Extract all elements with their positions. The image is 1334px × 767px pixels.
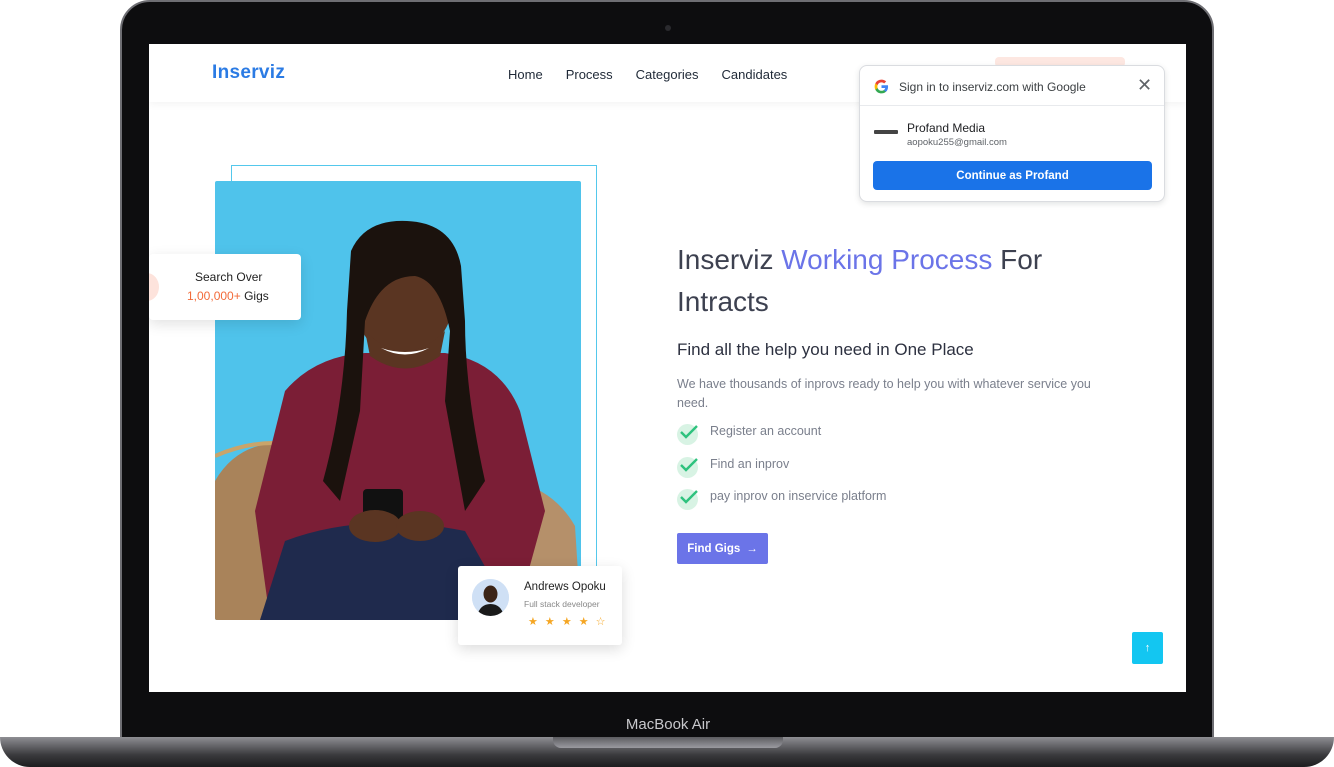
checklist-item-label: Register an account	[710, 423, 822, 438]
hero-paragraph: We have thousands of inprovs ready to he…	[677, 377, 1091, 410]
screen: Inserviz Home Process Categories Candida…	[149, 44, 1186, 692]
site-logo[interactable]: Inserviz	[212, 62, 285, 84]
check-icon	[677, 457, 698, 478]
hero-heading-highlight: Working Process	[781, 244, 993, 275]
search-card-icon	[149, 273, 159, 301]
find-gigs-label: Find Gigs	[687, 542, 741, 555]
profile-card: Andrews Opoku Full stack developer ★ ★ ★…	[458, 566, 622, 645]
google-popup-title: Sign in to inserviz.com with Google	[899, 80, 1086, 94]
checklist-item: pay inprov on inservice platform	[677, 489, 886, 510]
check-icon	[677, 489, 698, 510]
checklist-item: Register an account	[677, 424, 821, 445]
scroll-to-top-button[interactable]: ↑	[1132, 632, 1163, 664]
close-icon[interactable]: ✕	[1137, 76, 1152, 94]
device-label: MacBook Air	[625, 716, 711, 733]
hero-heading-pre: Inserviz	[677, 244, 782, 275]
stage: Inserviz Home Process Categories Candida…	[0, 0, 1334, 767]
avatar-image	[472, 579, 509, 616]
account-logo	[874, 130, 898, 134]
nav-link-process[interactable]: Process	[566, 67, 613, 82]
search-card-suffix: Gigs	[244, 289, 269, 303]
continue-as-button[interactable]: Continue as Profand	[873, 161, 1152, 190]
divider	[860, 105, 1164, 106]
camera-dot	[665, 25, 671, 31]
search-card-count: 1,00,000+	[187, 289, 241, 303]
checklist-item: Find an inprov	[677, 457, 789, 478]
account-name[interactable]: Profand Media	[907, 121, 985, 135]
star-rating: ★ ★ ★ ★ ☆	[528, 616, 608, 628]
arrow-up-icon: ↑	[1144, 642, 1151, 654]
search-card-title: Search Over	[195, 270, 263, 284]
nav-link-candidates[interactable]: Candidates	[722, 67, 788, 82]
laptop-notch	[553, 737, 783, 748]
check-icon	[677, 424, 698, 445]
nav-link-home[interactable]: Home	[508, 67, 543, 82]
checklist-item-label: Find an inprov	[710, 456, 790, 471]
hero-photo	[215, 181, 581, 620]
search-card-count-line: 1,00,000+ Gigs	[187, 289, 269, 303]
account-email: aopoku255@gmail.com	[907, 137, 1007, 148]
nav-link-categories[interactable]: Categories	[636, 67, 699, 82]
find-gigs-button[interactable]: Find Gigs →	[677, 533, 768, 564]
avatar	[472, 579, 509, 616]
woman-with-phone-illustration	[215, 220, 581, 620]
search-stats-card: Search Over 1,00,000+ Gigs	[149, 254, 301, 320]
hero-heading: Inserviz Working Process For Intracts	[677, 239, 1097, 323]
google-icon	[874, 79, 889, 94]
checklist-item-label: pay inprov on inservice platform	[710, 488, 887, 503]
profile-name: Andrews Opoku	[524, 581, 606, 593]
arrow-right-icon: →	[746, 542, 758, 555]
nav-links: Home Process Categories Candidates	[508, 67, 787, 82]
google-signin-popup: Sign in to inserviz.com with Google ✕ Pr…	[859, 65, 1165, 202]
hero-subheading: Find all the help you need in One Place	[677, 340, 974, 359]
profile-role: Full stack developer	[524, 599, 600, 609]
